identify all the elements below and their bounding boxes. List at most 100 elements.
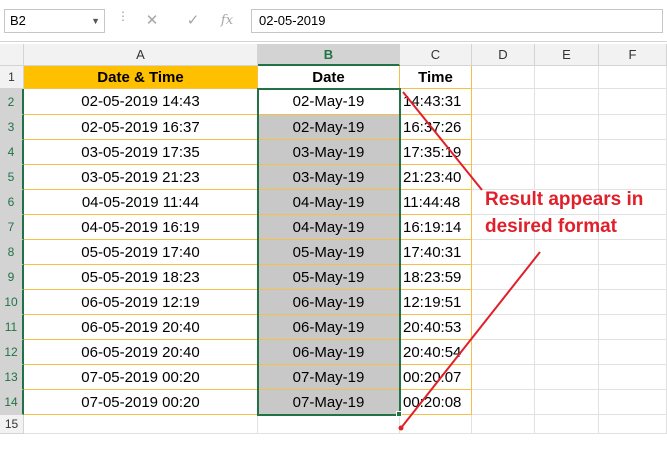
cell-e4[interactable] [535,140,599,165]
cell-e12[interactable] [535,340,599,365]
cell-a12[interactable]: 06-05-2019 20:40 [24,340,258,365]
row-header-10[interactable]: 10 [0,290,24,315]
drag-handle-icon[interactable]: ⋮ [117,10,129,22]
cell-c5[interactable]: 21:23:40 [400,165,472,190]
cell-b14[interactable]: 07-May-19 [258,390,400,415]
cell-f4[interactable] [599,140,667,165]
cell-d1[interactable] [472,66,535,89]
cell-d12[interactable] [472,340,535,365]
cell-a8[interactable]: 05-05-2019 17:40 [24,240,258,265]
cell-a5[interactable]: 03-05-2019 21:23 [24,165,258,190]
row-header-12[interactable]: 12 [0,340,24,365]
cell-d8[interactable] [472,240,535,265]
cell-c10[interactable]: 12:19:51 [400,290,472,315]
cell-a15[interactable] [24,415,258,434]
row-header-9[interactable]: 9 [0,265,24,290]
chevron-down-icon[interactable]: ▼ [91,10,100,32]
cell-c15[interactable] [400,415,472,434]
cell-b11[interactable]: 06-May-19 [258,315,400,340]
cell-d4[interactable] [472,140,535,165]
cell-e10[interactable] [535,290,599,315]
cell-c9[interactable]: 18:23:59 [400,265,472,290]
cell-d15[interactable] [472,415,535,434]
cell-b13[interactable]: 07-May-19 [258,365,400,390]
cell-d3[interactable] [472,115,535,140]
cell-d11[interactable] [472,315,535,340]
cell-a10[interactable]: 06-05-2019 12:19 [24,290,258,315]
cell-a7[interactable]: 04-05-2019 16:19 [24,215,258,240]
cell-f10[interactable] [599,290,667,315]
cell-e3[interactable] [535,115,599,140]
formula-input[interactable]: 02-05-2019 [251,9,663,33]
cell-a6[interactable]: 04-05-2019 11:44 [24,190,258,215]
cell-f3[interactable] [599,115,667,140]
cell-c11[interactable]: 20:40:53 [400,315,472,340]
cell-f11[interactable] [599,315,667,340]
column-header-b[interactable]: B [258,44,400,66]
cell-d14[interactable] [472,390,535,415]
column-header-e[interactable]: E [535,44,599,66]
cell-a13[interactable]: 07-05-2019 00:20 [24,365,258,390]
cell-f1[interactable] [599,66,667,89]
cell-c1[interactable]: Time [400,66,472,89]
cancel-button[interactable]: ✕ [139,9,165,33]
cell-a14[interactable]: 07-05-2019 00:20 [24,390,258,415]
row-header-2[interactable]: 2 [0,89,24,115]
row-header-5[interactable]: 5 [0,165,24,190]
cell-b15[interactable] [258,415,400,434]
cell-a1[interactable]: Date & Time [24,66,258,89]
name-box[interactable]: B2 ▼ [4,9,105,33]
cell-c3[interactable]: 16:37:26 [400,115,472,140]
row-header-11[interactable]: 11 [0,315,24,340]
cell-e2[interactable] [535,89,599,115]
row-header-4[interactable]: 4 [0,140,24,165]
cell-c14[interactable]: 00:20:08 [400,390,472,415]
row-header-14[interactable]: 14 [0,390,24,415]
cell-a11[interactable]: 06-05-2019 20:40 [24,315,258,340]
cell-a2[interactable]: 02-05-2019 14:43 [24,89,258,115]
cell-e14[interactable] [535,390,599,415]
cell-f2[interactable] [599,89,667,115]
column-header-f[interactable]: F [599,44,667,66]
cell-c13[interactable]: 00:20:07 [400,365,472,390]
cell-a9[interactable]: 05-05-2019 18:23 [24,265,258,290]
cell-c8[interactable]: 17:40:31 [400,240,472,265]
cell-b8[interactable]: 05-May-19 [258,240,400,265]
cell-d2[interactable] [472,89,535,115]
insert-function-button[interactable]: fx [214,9,240,33]
cell-c12[interactable]: 20:40:54 [400,340,472,365]
cell-e11[interactable] [535,315,599,340]
cell-e1[interactable] [535,66,599,89]
row-header-8[interactable]: 8 [0,240,24,265]
cell-d10[interactable] [472,290,535,315]
select-all-corner[interactable] [0,44,24,66]
enter-button[interactable]: ✓ [180,9,206,33]
cell-b12[interactable]: 06-May-19 [258,340,400,365]
cell-e8[interactable] [535,240,599,265]
cell-f8[interactable] [599,240,667,265]
cell-b1[interactable]: Date [258,66,400,89]
cell-a3[interactable]: 02-05-2019 16:37 [24,115,258,140]
cell-e13[interactable] [535,365,599,390]
column-header-a[interactable]: A [24,44,258,66]
fill-handle[interactable] [396,411,402,417]
cell-e15[interactable] [535,415,599,434]
cell-b3[interactable]: 02-May-19 [258,115,400,140]
row-header-7[interactable]: 7 [0,215,24,240]
cell-f13[interactable] [599,365,667,390]
row-header-15[interactable]: 15 [0,415,24,434]
cell-d13[interactable] [472,365,535,390]
row-header-3[interactable]: 3 [0,115,24,140]
cell-f9[interactable] [599,265,667,290]
cell-b9[interactable]: 05-May-19 [258,265,400,290]
row-header-6[interactable]: 6 [0,190,24,215]
cell-d9[interactable] [472,265,535,290]
cell-e9[interactable] [535,265,599,290]
cell-c4[interactable]: 17:35:19 [400,140,472,165]
cell-b7[interactable]: 04-May-19 [258,215,400,240]
cell-b6[interactable]: 04-May-19 [258,190,400,215]
cell-b10[interactable]: 06-May-19 [258,290,400,315]
column-header-d[interactable]: D [472,44,535,66]
cell-b2[interactable]: 02-May-19 [258,89,400,115]
cell-c2[interactable]: 14:43:31 [400,89,472,115]
